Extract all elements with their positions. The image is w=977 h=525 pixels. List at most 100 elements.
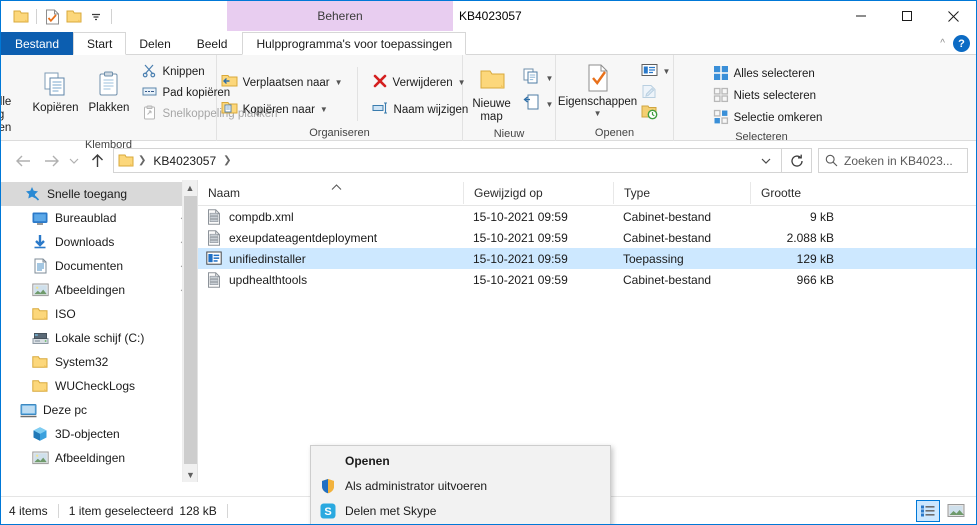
- qat-new-folder-icon[interactable]: [63, 6, 85, 28]
- help-icon[interactable]: ?: [953, 35, 970, 52]
- sidebar-item-3d-objecten[interactable]: 3D-objecten: [1, 422, 197, 446]
- collapse-ribbon-chevron-up-icon[interactable]: ^: [940, 38, 945, 49]
- ribbon-button-eigenschappen[interactable]: Eigenschappen ▼: [558, 59, 637, 120]
- chevron-down-icon[interactable]: ▼: [663, 67, 671, 76]
- sidebar-item-system32[interactable]: System32: [1, 350, 197, 374]
- sidebar-item-afbeeldingen[interactable]: Afbeeldingen: [1, 278, 197, 302]
- sidebar-item-wuchecklogs[interactable]: WUCheckLogs: [1, 374, 197, 398]
- file-name-cell[interactable]: unifiedinstaller: [198, 251, 463, 266]
- menu-item-als-administrator-uitvoeren[interactable]: Als administrator uitvoeren: [311, 473, 610, 498]
- ribbon-button-verplaatsen-naar[interactable]: Verplaatsen naar ▼: [217, 69, 347, 96]
- minimize-button[interactable]: [838, 1, 884, 31]
- ribbon-button-nieuw-item[interactable]: ▼: [519, 65, 558, 91]
- sidebar-item-snelle-toegang[interactable]: Snelle toegang: [1, 182, 182, 206]
- ribbon-button-verwijderen[interactable]: Verwijderen ▼: [368, 69, 473, 96]
- address-history-chevron-down-icon[interactable]: [755, 149, 777, 172]
- new-item-icon: [523, 68, 541, 88]
- refresh-button[interactable]: [782, 148, 812, 173]
- menu-item-delen-met-skype[interactable]: S Delen met Skype: [311, 498, 610, 523]
- chevron-down-icon[interactable]: ▼: [546, 100, 554, 109]
- column-header-type[interactable]: Type: [613, 181, 750, 204]
- 3d-objects-icon: [31, 425, 49, 443]
- scroll-down-arrow-icon[interactable]: ▼: [183, 467, 197, 482]
- chevron-down-icon[interactable]: ▼: [546, 74, 554, 83]
- chevron-down-icon[interactable]: ▼: [594, 109, 602, 118]
- move-to-icon: [221, 73, 238, 92]
- copy-to-icon: [221, 100, 238, 119]
- file-name-cell[interactable]: compdb.xml: [198, 208, 463, 225]
- caption-buttons: [838, 1, 976, 31]
- qat-folder-icon[interactable]: [10, 6, 32, 28]
- drive-icon: [31, 329, 49, 347]
- ribbon-button-naam-wijzigen[interactable]: Naam wijzigen: [368, 96, 473, 123]
- ribbon-button-alles-selecteren[interactable]: Alles selecteren: [709, 63, 827, 85]
- sidebar-item-deze-pc[interactable]: Deze pc: [1, 398, 197, 422]
- column-header-gewijzigd-op[interactable]: Gewijzigd op: [463, 181, 613, 204]
- ribbon-button-aan-snelle-toegang-vastmaken[interactable]: Aan Snelle toegang vastmaken: [1, 59, 27, 137]
- column-header-grootte[interactable]: Grootte: [750, 181, 850, 204]
- file-size-cell: 966 kB: [796, 272, 834, 287]
- large-icons-view-button[interactable]: [944, 500, 968, 522]
- ribbon: Aan Snelle toegang vastmaken Kopiëren Pl…: [1, 55, 976, 151]
- copy-path-icon: [142, 84, 157, 102]
- ribbon-button-geschiedenis[interactable]: [637, 103, 675, 124]
- sidebar-item-downloads[interactable]: Downloads: [1, 230, 197, 254]
- openen-small-buttons: ▼: [637, 59, 675, 124]
- qat-properties-icon[interactable]: [41, 6, 63, 28]
- tab-bestand[interactable]: Bestand: [1, 32, 74, 55]
- file-name-cell[interactable]: updhealthtools: [198, 271, 463, 288]
- maximize-button[interactable]: [884, 1, 930, 31]
- table-row[interactable]: exeupdateagentdeployment 15-10-2021 09:59…: [198, 227, 976, 248]
- sidebar-item-label: Downloads: [55, 235, 115, 249]
- ribbon-label-verwijderen: Verwijderen: [392, 76, 453, 89]
- table-row[interactable]: updhealthtools 15-10-2021 09:59 Cabinet-be…: [198, 269, 976, 290]
- ribbon-button-niets-selecteren[interactable]: Niets selecteren: [709, 85, 827, 107]
- tab-start[interactable]: Start: [73, 32, 127, 55]
- chevron-down-icon[interactable]: ▼: [335, 78, 343, 87]
- scroll-up-arrow-icon[interactable]: ▲: [183, 180, 197, 195]
- breadcrumb-separator-icon-2[interactable]: ❯: [222, 155, 232, 166]
- folder-icon: [31, 305, 49, 323]
- scrollbar-thumb[interactable]: [184, 196, 197, 464]
- ribbon-button-plakken[interactable]: Plakken: [84, 59, 135, 117]
- tab-beeld[interactable]: Beeld: [184, 32, 241, 55]
- qat-divider-2: [111, 9, 112, 24]
- sidebar-item-documenten[interactable]: Documenten: [1, 254, 197, 278]
- qat-customize-chevron-down-icon[interactable]: [85, 6, 107, 28]
- sidebar-item-bureaublad[interactable]: Bureaublad: [1, 206, 197, 230]
- search-input[interactable]: Zoeken in KB4023...: [818, 148, 968, 173]
- ribbon-button-nieuwe-map[interactable]: Nieuwe map: [465, 61, 519, 126]
- tab-delen[interactable]: Delen: [126, 32, 183, 55]
- navigation-scrollbar[interactable]: ▲ ▼: [182, 180, 197, 482]
- sidebar-item-afbeeldingen[interactable]: Afbeeldingen: [1, 446, 197, 470]
- table-row[interactable]: unifiedinstaller 15-10-2021 09:59 Toepassi…: [198, 248, 976, 269]
- column-header-label: Naam: [208, 185, 241, 200]
- tab-hulpprogrammas-voor-toepassingen[interactable]: Hulpprogramma's voor toepassingen: [242, 32, 467, 55]
- close-button[interactable]: [930, 1, 976, 31]
- file-list-pane: Naam Gewijzigd op Type Grootte compdb.xml 15…: [198, 180, 976, 482]
- ribbon-button-bewerken[interactable]: [637, 82, 675, 103]
- ribbon-button-selectie-omkeren[interactable]: Selectie omkeren: [709, 107, 827, 129]
- ribbon-button-openen-met[interactable]: ▼: [637, 61, 675, 82]
- ribbon-group-nieuw: Nieuwe map ▼ ▼ Nieuw: [463, 55, 556, 141]
- table-row[interactable]: compdb.xml 15-10-2021 09:59 Cabinet-bestan…: [198, 206, 976, 227]
- column-headers: Naam Gewijzigd op Type Grootte: [198, 180, 976, 206]
- column-header-naam[interactable]: Naam: [198, 182, 463, 204]
- chevron-down-icon[interactable]: ▼: [320, 105, 328, 114]
- menu-item-openen[interactable]: Openen: [311, 448, 610, 473]
- ribbon-button-eenvoudige-toegang[interactable]: ▼: [519, 91, 558, 117]
- ribbon-button-kopieren[interactable]: Kopiëren: [27, 59, 83, 117]
- sidebar-item-lokale-schijf-c[interactable]: Lokale schijf (C:): [1, 326, 197, 350]
- breadcrumb-separator-icon[interactable]: ❯: [137, 155, 147, 166]
- ribbon-label-verplaatsen-naar: Verplaatsen naar: [242, 76, 330, 89]
- ribbon-label-nieuwe: Nieuwe: [472, 98, 511, 110]
- view-buttons: [916, 499, 968, 522]
- breadcrumb-item-kb4023057[interactable]: KB4023057: [149, 154, 220, 168]
- easy-access-icon: [523, 94, 541, 114]
- ribbon-button-kopieren-naar[interactable]: Kopiëren naar ▼: [217, 96, 347, 123]
- details-view-button[interactable]: [916, 499, 940, 522]
- contextual-tab-group-header: Beheren: [227, 1, 453, 31]
- file-name-cell[interactable]: exeupdateagentdeployment: [198, 229, 463, 246]
- sidebar-item-iso[interactable]: ISO: [1, 302, 197, 326]
- ribbon-label-map: map: [480, 111, 503, 123]
